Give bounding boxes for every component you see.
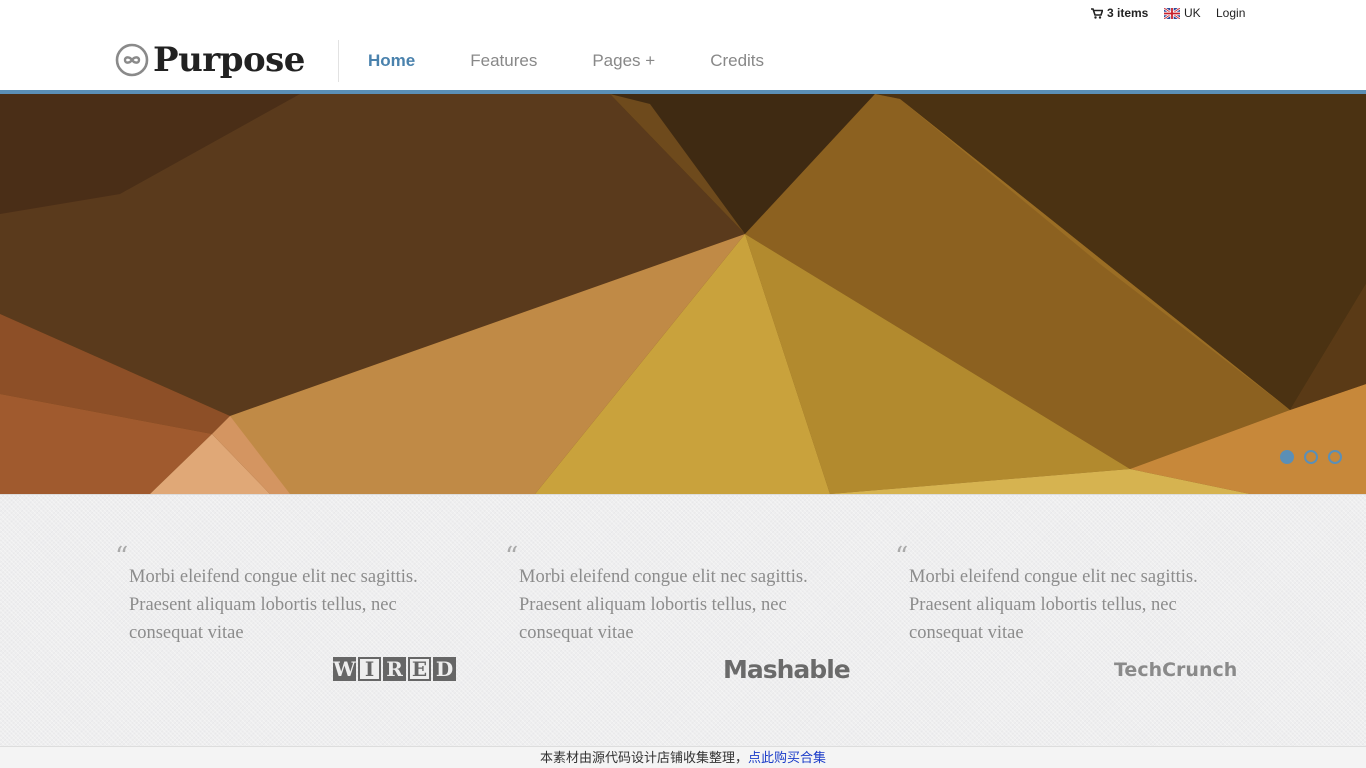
cart-link[interactable]: 3 items	[1091, 6, 1148, 20]
login-link[interactable]: Login	[1216, 6, 1245, 20]
quote-icon: “	[115, 542, 129, 572]
language-selector[interactable]: UK	[1164, 6, 1201, 20]
testimonials-section: “ Morbi eleifend congue elit nec sagitti…	[0, 494, 1366, 746]
cart-icon	[1091, 7, 1103, 19]
testimonial-1: “ Morbi eleifend congue elit nec sagitti…	[115, 542, 455, 647]
slider-dot-1[interactable]	[1280, 450, 1294, 464]
logo-text: Purpose	[153, 40, 305, 80]
promo-footer: 本素材由源代码设计店铺收集整理，点此购买合集	[0, 746, 1366, 768]
hero-slider[interactable]	[0, 94, 1366, 494]
slider-pagination	[1280, 450, 1342, 464]
testimonial-2: “ Morbi eleifend congue elit nec sagitti…	[505, 542, 845, 647]
nav-item-home[interactable]: Home	[368, 51, 415, 71]
nav-divider	[338, 40, 339, 82]
footer-text: 本素材由源代码设计店铺收集整理，	[539, 750, 748, 765]
testimonial-3: “ Morbi eleifend congue elit nec sagitti…	[895, 542, 1235, 647]
site-header: Purpose Home Features Pages + Credits	[0, 26, 1366, 90]
footer-link[interactable]: 点此购买合集	[748, 750, 826, 765]
wired-logo: WIRED	[333, 657, 456, 681]
testimonial-text: Morbi eleifend congue elit nec sagittis.…	[129, 567, 418, 643]
login-label: Login	[1216, 6, 1246, 20]
techcrunch-logo: TechCrunch	[1114, 659, 1238, 681]
nav-item-pages[interactable]: Pages +	[592, 51, 655, 71]
testimonial-text: Morbi eleifend congue elit nec sagittis.…	[519, 567, 808, 643]
infinity-logo-icon	[115, 43, 149, 77]
hero-slide-image	[0, 94, 1366, 494]
nav-item-features[interactable]: Features	[470, 51, 537, 71]
main-nav: Home Features Pages + Credits	[368, 51, 819, 71]
nav-item-credits[interactable]: Credits	[710, 51, 764, 71]
language-label: UK	[1184, 6, 1201, 20]
quote-icon: “	[895, 542, 909, 572]
slider-dot-3[interactable]	[1328, 450, 1342, 464]
cart-label: 3 items	[1107, 6, 1149, 20]
utility-bar: 3 items UK Login	[0, 0, 1366, 26]
site-logo[interactable]: Purpose	[115, 41, 305, 79]
mashable-logo: Mashable	[723, 655, 851, 684]
uk-flag-icon	[1164, 7, 1180, 19]
testimonial-text: Morbi eleifend congue elit nec sagittis.…	[909, 567, 1198, 643]
quote-icon: “	[505, 542, 519, 572]
slider-dot-2[interactable]	[1304, 450, 1318, 464]
